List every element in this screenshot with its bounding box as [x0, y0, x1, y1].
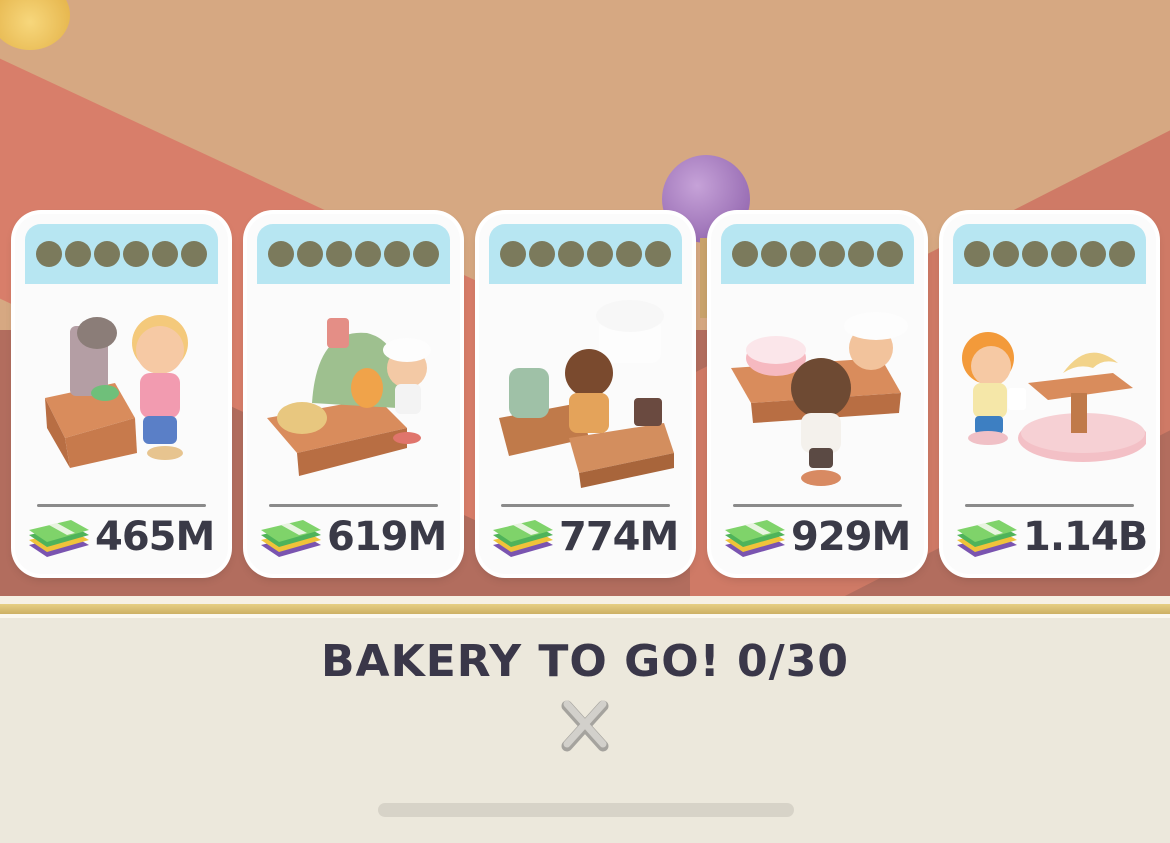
level-dot: [384, 241, 410, 267]
card-divider: [269, 504, 438, 507]
level-dot: [1109, 241, 1135, 267]
level-dot: [819, 241, 845, 267]
level-dot: [993, 241, 1019, 267]
card-level-dots: [25, 224, 218, 284]
level-dot: [732, 241, 758, 267]
card-price: 619M: [327, 514, 447, 560]
level-dot: [36, 241, 62, 267]
upgrade-card-pizza-oven[interactable]: 619M: [247, 214, 460, 574]
panel-trim: [0, 596, 1170, 604]
card-divider: [37, 504, 206, 507]
level-dot: [1051, 241, 1077, 267]
card-level-dots: [721, 224, 914, 284]
level-dot: [152, 241, 178, 267]
home-indicator-bar[interactable]: [378, 803, 794, 817]
card-price: 465M: [95, 514, 215, 560]
level-dot: [761, 241, 787, 267]
card-divider: [501, 504, 670, 507]
cash-stack-icon: [29, 520, 89, 557]
level-dot: [65, 241, 91, 267]
level-dot: [790, 241, 816, 267]
level-dot: [848, 241, 874, 267]
card-price-row: 929M: [723, 512, 916, 562]
cash-stack-icon: [493, 520, 553, 557]
upgrade-card-cake-counter[interactable]: 929M: [711, 214, 924, 574]
card-price-row: 465M: [27, 512, 220, 562]
level-dot: [94, 241, 120, 267]
card-price-row: 619M: [259, 512, 452, 562]
close-x-icon: [561, 700, 609, 752]
bottom-panel: BAKERY TO GO! 0/30: [0, 596, 1170, 843]
croissant-table-icon: [953, 288, 1148, 496]
cake-counter-icon: [721, 288, 914, 496]
cash-stack-icon: [261, 520, 321, 557]
level-dot: [645, 241, 671, 267]
card-divider: [965, 504, 1134, 507]
level-dot: [326, 241, 352, 267]
level-dot: [181, 241, 207, 267]
upgrade-card-croissant-table[interactable]: 1.14B: [943, 214, 1156, 574]
level-dot: [587, 241, 613, 267]
panel-trim-highlight: [0, 614, 1170, 618]
close-button[interactable]: [557, 696, 613, 756]
upgrade-card-coffee-station[interactable]: 465M: [15, 214, 228, 574]
card-level-dots: [953, 224, 1146, 284]
cash-stack-icon: [725, 520, 785, 557]
level-dot: [529, 241, 555, 267]
panel-gold-trim: [0, 604, 1170, 614]
card-level-dots: [489, 224, 682, 284]
espresso-counter-icon: [489, 288, 682, 496]
level-dot: [558, 241, 584, 267]
card-divider: [733, 504, 902, 507]
level-dot: [413, 241, 439, 267]
upgrade-card-espresso-counter[interactable]: 774M: [479, 214, 692, 574]
upgrade-cards-row: 465M 619M 774M 929M 1.14B: [0, 0, 1170, 600]
level-dot: [877, 241, 903, 267]
card-level-dots: [257, 224, 450, 284]
level-dot: [1080, 241, 1106, 267]
level-dot: [355, 241, 381, 267]
level-dot: [500, 241, 526, 267]
cash-stack-icon: [957, 520, 1017, 557]
level-dot: [1022, 241, 1048, 267]
level-dot: [123, 241, 149, 267]
coffee-station-icon: [25, 288, 218, 496]
card-price: 774M: [559, 514, 679, 560]
level-dot: [616, 241, 642, 267]
level-dot: [964, 241, 990, 267]
level-dot: [297, 241, 323, 267]
card-price-row: 1.14B: [955, 512, 1148, 562]
panel-title: BAKERY TO GO! 0/30: [321, 636, 849, 687]
card-price: 929M: [791, 514, 911, 560]
card-price-row: 774M: [491, 512, 684, 562]
pizza-oven-icon: [257, 288, 450, 496]
level-dot: [268, 241, 294, 267]
card-price: 1.14B: [1023, 514, 1148, 560]
